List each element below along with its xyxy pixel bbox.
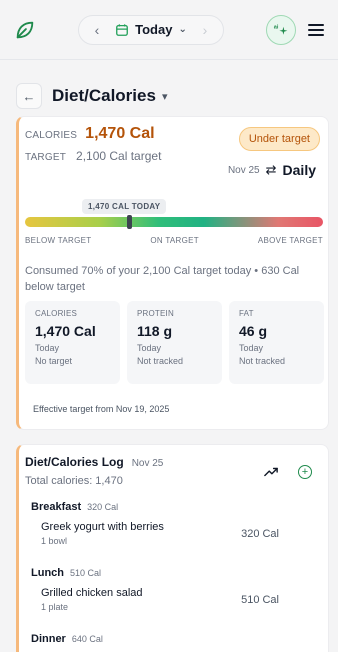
trend-chart-icon[interactable]	[264, 465, 278, 479]
tile-title: CALORIES	[35, 309, 78, 318]
period-label: Daily	[282, 162, 316, 178]
top-bar: ‹ Today ⌄ › ai	[0, 0, 338, 60]
calories-row: CALORIES 1,470 Cal	[25, 125, 155, 143]
back-arrow-button[interactable]: ←	[16, 83, 42, 109]
status-badge: Under target	[238, 127, 320, 151]
tile-title: FAT	[239, 309, 254, 318]
tile-value: 46 g	[239, 323, 268, 339]
leaf-logo-icon[interactable]	[14, 19, 36, 41]
food-calories: 320 Cal	[241, 527, 279, 540]
gauge-label-above: ABOVE TARGET	[257, 236, 323, 245]
gauge-value-tag: 1,470 CAL TODAY	[82, 199, 167, 214]
date-navigator: ‹ Today ⌄ ›	[78, 14, 224, 45]
log-title: Diet/Calories Log	[25, 455, 124, 469]
target-label: TARGET	[25, 152, 67, 163]
meal-name: Lunch	[31, 567, 64, 579]
previous-day-icon[interactable]: ‹	[91, 22, 103, 38]
tile-title: PROTEIN	[137, 309, 174, 318]
gauge-marker	[126, 215, 132, 229]
meal-header: Dinner 640 Cal	[31, 633, 321, 645]
date-label: Today	[135, 22, 173, 37]
food-info: Grilled chicken salad 1 plate	[41, 587, 143, 612]
target-row: TARGET 2,100 Cal target	[25, 149, 161, 163]
metric-tile-fat: FAT 46 g Today Not tracked	[229, 301, 324, 384]
meal-calories: 320 Cal	[87, 502, 119, 512]
log-actions: +	[264, 465, 312, 479]
period-date: Nov 25	[227, 164, 260, 176]
meal-section-breakfast: Breakfast 320 Cal Greek yogurt with berr…	[31, 501, 321, 546]
app-root: ‹ Today ⌄ › ai ← Diet/Calories ▾ CALORIE…	[0, 0, 338, 652]
topbar-actions: ai	[266, 14, 324, 45]
tile-note: Not tracked	[239, 356, 286, 366]
tile-note: No target	[35, 356, 73, 366]
next-day-icon[interactable]: ›	[199, 22, 211, 38]
log-date: Nov 25	[131, 458, 164, 469]
meal-calories: 510 Cal	[70, 568, 102, 578]
ai-assistant-button[interactable]: ai	[266, 14, 296, 45]
target-value: 2,100 Cal target	[76, 149, 162, 163]
log-total: Total calories: 1,470	[25, 475, 123, 487]
tile-period: Today	[137, 343, 162, 353]
period-selector[interactable]: Nov 25 ⇄ Daily	[228, 162, 316, 178]
chevron-down-icon: ⌄	[178, 24, 187, 35]
date-picker-button[interactable]: Today ⌄	[115, 22, 187, 37]
calories-label: CALORIES	[25, 130, 78, 141]
calendar-icon	[115, 23, 129, 37]
meal-name: Breakfast	[31, 501, 82, 513]
metric-tiles: CALORIES 1,470 Cal Today No target PROTE…	[25, 301, 324, 384]
gauge-label-on: ON TARGET	[150, 236, 199, 245]
tile-value: 1,470 Cal	[35, 323, 96, 339]
food-item[interactable]: Grilled chicken salad 1 plate 510 Cal	[31, 587, 321, 612]
food-name: Grilled chicken salad	[41, 587, 143, 599]
meal-section-lunch: Lunch 510 Cal Grilled chicken salad 1 pl…	[31, 567, 321, 612]
meal-header: Lunch 510 Cal	[31, 567, 321, 579]
meal-name: Dinner	[31, 633, 66, 645]
target-gauge-bar	[25, 217, 323, 227]
tile-value: 118 g	[137, 323, 173, 339]
meal-calories: 640 Cal	[71, 634, 103, 644]
food-quantity: 1 bowl	[41, 536, 68, 546]
food-quantity: 1 plate	[41, 602, 69, 612]
hamburger-menu-icon[interactable]	[308, 22, 324, 38]
meal-header: Breakfast 320 Cal	[31, 501, 321, 513]
food-calories: 510 Cal	[241, 593, 279, 606]
gauge-label-below: BELOW TARGET	[25, 236, 92, 245]
food-info: Greek yogurt with berries 1 bowl	[41, 521, 164, 546]
page-title[interactable]: Diet/Calories	[52, 86, 156, 106]
log-header: Diet/Calories Log Nov 25	[25, 455, 163, 469]
meal-section-dinner: Dinner 640 Cal	[31, 633, 321, 645]
svg-text:ai: ai	[274, 24, 279, 30]
food-name: Greek yogurt with berries	[41, 521, 164, 533]
tile-period: Today	[239, 343, 264, 353]
swap-icon: ⇄	[265, 162, 277, 177]
tile-note: Not tracked	[137, 356, 184, 366]
tile-period: Today	[35, 343, 60, 353]
add-entry-icon[interactable]: +	[298, 465, 312, 479]
consumed-summary-text: Consumed 70% of your 2,100 Cal target to…	[25, 265, 300, 293]
gauge-labels: BELOW TARGET ON TARGET ABOVE TARGET	[25, 236, 323, 245]
ai-sparkle-icon: ai	[274, 24, 288, 35]
calories-value: 1,470 Cal	[85, 125, 155, 142]
chevron-down-icon[interactable]: ▾	[162, 90, 168, 103]
metric-tile-calories: CALORIES 1,470 Cal Today No target	[25, 301, 120, 384]
food-item[interactable]: Greek yogurt with berries 1 bowl 320 Cal	[31, 521, 321, 546]
summary-card: CALORIES 1,470 Cal TARGET 2,100 Cal targ…	[16, 116, 329, 430]
page-header: ← Diet/Calories ▾	[0, 60, 338, 116]
effective-target-note: Effective target from Nov 19, 2025	[33, 404, 170, 414]
metric-tile-protein: PROTEIN 118 g Today Not tracked	[127, 301, 222, 384]
calories-log-card: Diet/Calories Log Nov 25 Total calories:…	[16, 444, 329, 652]
